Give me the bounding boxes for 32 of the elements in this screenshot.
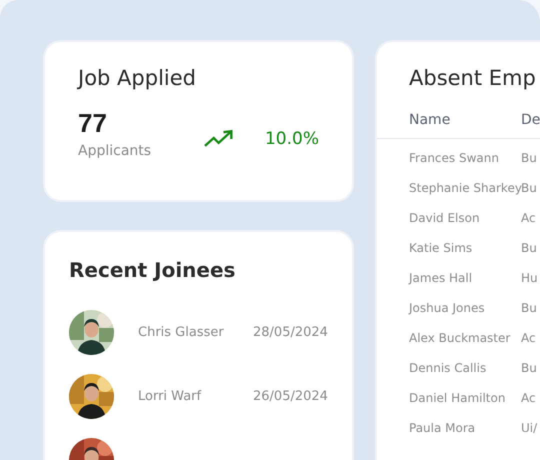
table-cell-text: Katie Sims bbox=[409, 240, 474, 257]
applicant-count: 77 bbox=[78, 108, 108, 139]
table-cell-text: Ui/ bbox=[521, 420, 538, 437]
table-cell-text: Dennis Callis bbox=[409, 360, 488, 377]
column-header: De bbox=[521, 112, 540, 128]
table-cell-text: Joshua Jones bbox=[409, 300, 486, 317]
joinee-name: Chris Glasser bbox=[138, 325, 225, 340]
table-cell-text: Bu bbox=[521, 300, 538, 317]
table-cell-text: Ac bbox=[521, 330, 537, 347]
table-cell-text: Bu bbox=[521, 150, 538, 167]
table-cell-text: Frances Swann bbox=[409, 150, 500, 167]
join-date: 28/05/2024 bbox=[253, 325, 328, 340]
join-date: 26/05/2024 bbox=[253, 389, 328, 404]
joinee-name: Lorri Warf bbox=[138, 389, 202, 404]
table-cell-text: Ac bbox=[521, 210, 537, 227]
table-cell-text: Bu bbox=[521, 360, 538, 377]
table-cell-text: Bu bbox=[521, 240, 538, 257]
count-caption: Applicants bbox=[78, 143, 152, 159]
table-cell-text: Daniel Hamilton bbox=[409, 390, 506, 407]
table-cell-text: Paula Mora bbox=[409, 420, 476, 437]
table-cell-text: Alex Buckmaster bbox=[409, 330, 512, 347]
table-cell-text: David Elson bbox=[409, 210, 481, 227]
column-header: Name bbox=[409, 112, 452, 128]
change-percent: 10.0% bbox=[264, 128, 319, 148]
table-cell: Stephanie Sharkey bbox=[409, 180, 521, 197]
card-title: Absent Emp bbox=[408, 66, 537, 90]
table-cell-text: James Hall bbox=[409, 270, 474, 287]
table-cell-text: Ac bbox=[521, 390, 537, 407]
card-title: Job Applied bbox=[78, 66, 197, 90]
table-cell-text: Bu bbox=[521, 180, 538, 197]
table-cell-text: Hu bbox=[521, 270, 539, 287]
card-title: Recent Joinees bbox=[69, 258, 236, 282]
